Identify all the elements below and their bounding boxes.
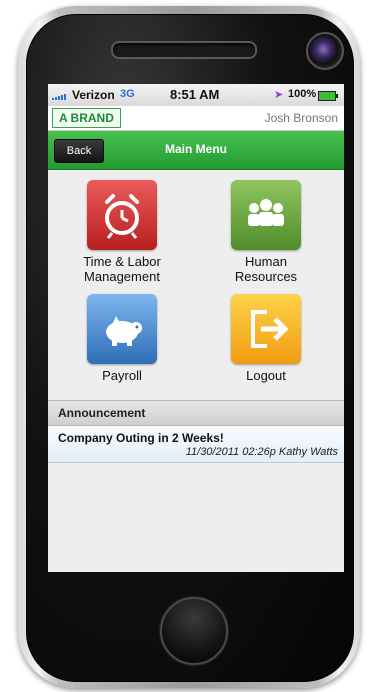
status-bar: Verizon 3G 8:51 AM ➤ 100% bbox=[48, 84, 344, 106]
menu-label: Payroll bbox=[102, 368, 142, 383]
menu-label-line2: Resources bbox=[234, 269, 298, 284]
announcement-header-label: Announcement bbox=[58, 406, 146, 420]
carrier-name: Verizon bbox=[72, 88, 115, 102]
network-type: 3G bbox=[120, 88, 135, 100]
user-name: Josh Bronson bbox=[264, 111, 338, 125]
location-arrow-icon: ➤ bbox=[274, 89, 284, 101]
menu-label-line1: Time & Labor bbox=[83, 254, 161, 269]
title-bar: Back Main Menu bbox=[48, 131, 344, 170]
brand-bar: A BRAND Josh Bronson bbox=[48, 106, 344, 131]
clock-time: 8:51 AM bbox=[170, 87, 220, 102]
announcement-title: Company Outing in 2 Weeks! bbox=[58, 431, 224, 445]
menu-label-line1: Human bbox=[245, 254, 287, 269]
home-button[interactable] bbox=[160, 597, 228, 665]
logout-arrow-icon bbox=[251, 310, 289, 348]
battery-icon bbox=[318, 91, 338, 101]
battery-percent: 100% bbox=[288, 88, 317, 100]
logout-tile[interactable] bbox=[231, 294, 301, 364]
menu-item-human-resources[interactable]: Human Resources bbox=[211, 180, 321, 284]
announcement-header: Announcement bbox=[48, 400, 344, 426]
announcement-meta: 11/30/2011 02:26p Kathy Watts bbox=[185, 446, 338, 458]
menu-item-time-labor[interactable]: Time & Labor Management bbox=[67, 180, 177, 284]
menu-label: Logout bbox=[246, 368, 286, 383]
piggy-bank-icon bbox=[106, 316, 142, 346]
menu-item-payroll[interactable]: Payroll bbox=[67, 294, 177, 383]
page-title: Main Menu bbox=[165, 142, 227, 156]
people-group-icon bbox=[248, 199, 284, 226]
alarm-clock-icon bbox=[105, 194, 139, 239]
menu-label-line2: Management bbox=[84, 269, 160, 284]
menu-item-logout[interactable]: Logout bbox=[211, 294, 321, 383]
signal-bars-icon bbox=[52, 94, 66, 100]
announcement-item[interactable]: Company Outing in 2 Weeks! 11/30/2011 02… bbox=[48, 426, 344, 463]
brand-logo[interactable]: A BRAND bbox=[52, 108, 121, 128]
phone-screen: Verizon 3G 8:51 AM ➤ 100% A BRAND Josh B… bbox=[48, 84, 344, 572]
front-camera bbox=[306, 32, 344, 70]
human-resources-tile[interactable] bbox=[231, 180, 301, 250]
speaker-grille bbox=[111, 41, 257, 59]
time-labor-tile[interactable] bbox=[87, 180, 157, 250]
payroll-tile[interactable] bbox=[87, 294, 157, 364]
